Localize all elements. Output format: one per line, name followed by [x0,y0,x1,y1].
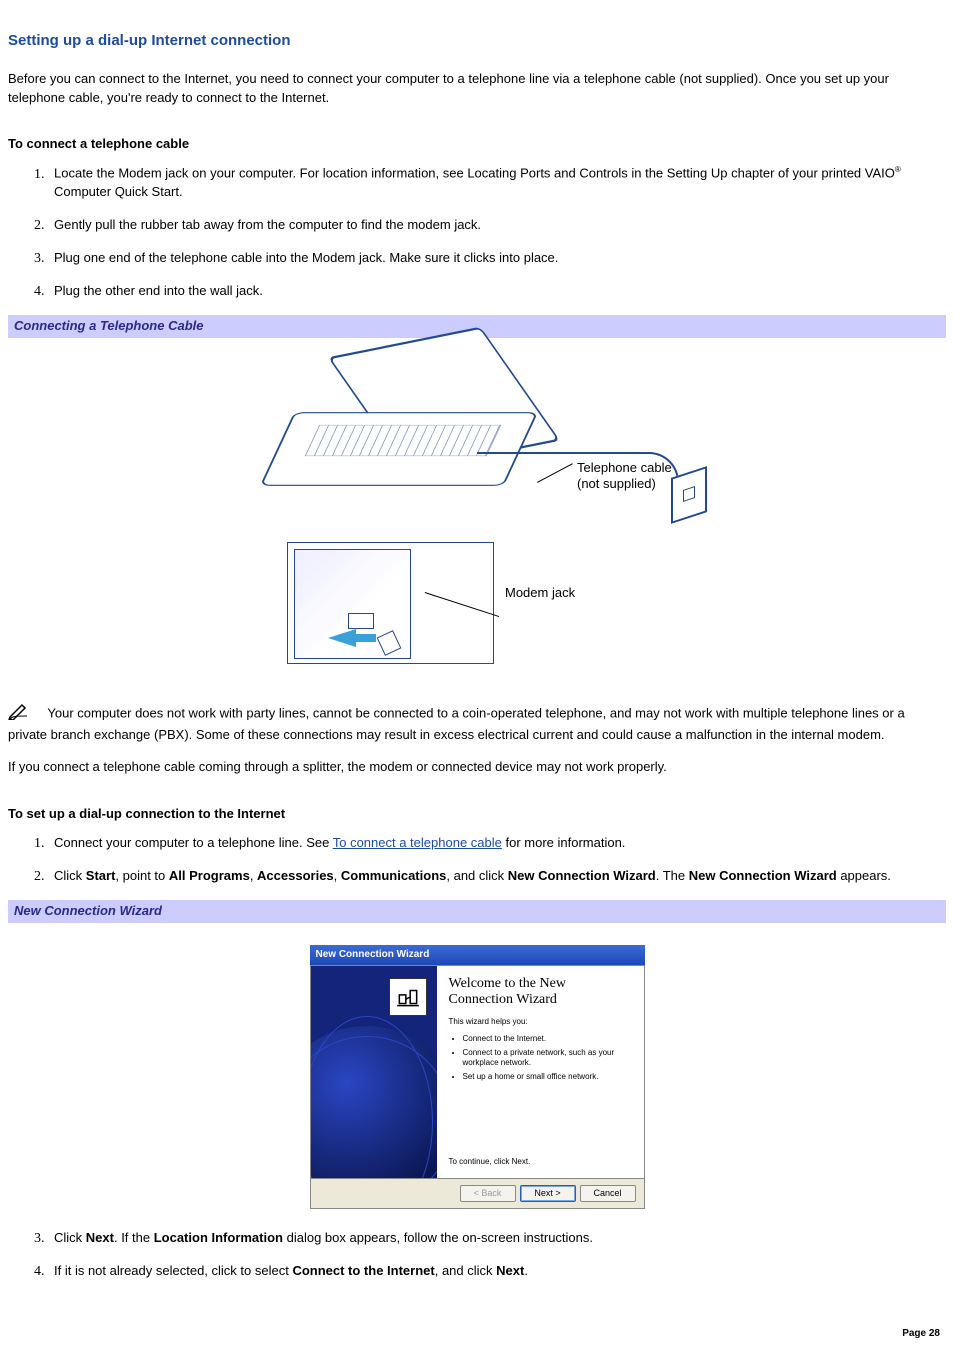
note-paragraph: Your computer does not work with party l… [8,702,946,745]
section-dialup-heading: To set up a dial-up connection to the In… [8,805,946,824]
cable-label: Telephone cable (not supplied) [577,460,672,493]
step-text: Locate the Modem jack on your computer. … [54,166,895,181]
figure-caption-wizard: New Connection Wizard [8,900,946,923]
link-connect-telephone-cable[interactable]: To connect a telephone cable [333,835,502,850]
wizard-subtext: This wizard helps you: [449,1016,634,1028]
wizard-network-icon [389,978,427,1016]
list-item: Connect your computer to a telephone lin… [48,834,946,853]
wizard-bullet: Connect to a private network, such as yo… [463,1048,634,1068]
dialup-steps: Connect your computer to a telephone lin… [8,834,946,886]
registered-mark: ® [895,165,901,174]
wizard-continue-text: To continue, click Next. [449,1156,531,1168]
page-title: Setting up a dial-up Internet connection [8,30,946,52]
modem-jack-label: Modem jack [505,584,575,603]
next-button[interactable]: Next > [520,1185,576,1202]
list-item: Plug one end of the telephone cable into… [48,249,946,268]
list-item: Plug the other end into the wall jack. [48,282,946,301]
splitter-paragraph: If you connect a telephone cable coming … [8,758,946,777]
pencil-note-icon [8,702,30,726]
intro-paragraph: Before you can connect to the Internet, … [8,70,946,108]
dialup-steps-continued: Click Next. If the Location Information … [8,1229,946,1281]
modem-jack-inset [287,542,494,664]
back-button[interactable]: < Back [460,1185,516,1202]
wizard-titlebar: New Connection Wizard [310,945,645,966]
wizard-button-row: < Back Next > Cancel [310,1179,645,1209]
wizard-bullet: Connect to the Internet. [463,1034,634,1044]
figure-cable-diagram: Telephone cable (not supplied) Modem jac… [8,338,946,702]
page-number: Page 28 [902,1327,940,1342]
wizard-heading: Welcome to the New Connection Wizard [449,976,634,1008]
list-item: Click Start, point to All Programs, Acce… [48,867,946,886]
wizard-bullet: Set up a home or small office network. [463,1072,634,1082]
step-text: Computer Quick Start. [54,184,183,199]
figure-wizard-screenshot: New Connection Wizard Welcome to the New… [8,923,946,1230]
cancel-button[interactable]: Cancel [580,1185,636,1202]
arrow-icon [328,629,356,647]
list-item: If it is not already selected, click to … [48,1262,946,1281]
list-item: Click Next. If the Location Information … [48,1229,946,1248]
list-item: Gently pull the rubber tab away from the… [48,216,946,235]
list-item: Locate the Modem jack on your computer. … [48,164,946,202]
section-connect-cable-heading: To connect a telephone cable [8,135,946,154]
connect-cable-steps: Locate the Modem jack on your computer. … [8,164,946,301]
